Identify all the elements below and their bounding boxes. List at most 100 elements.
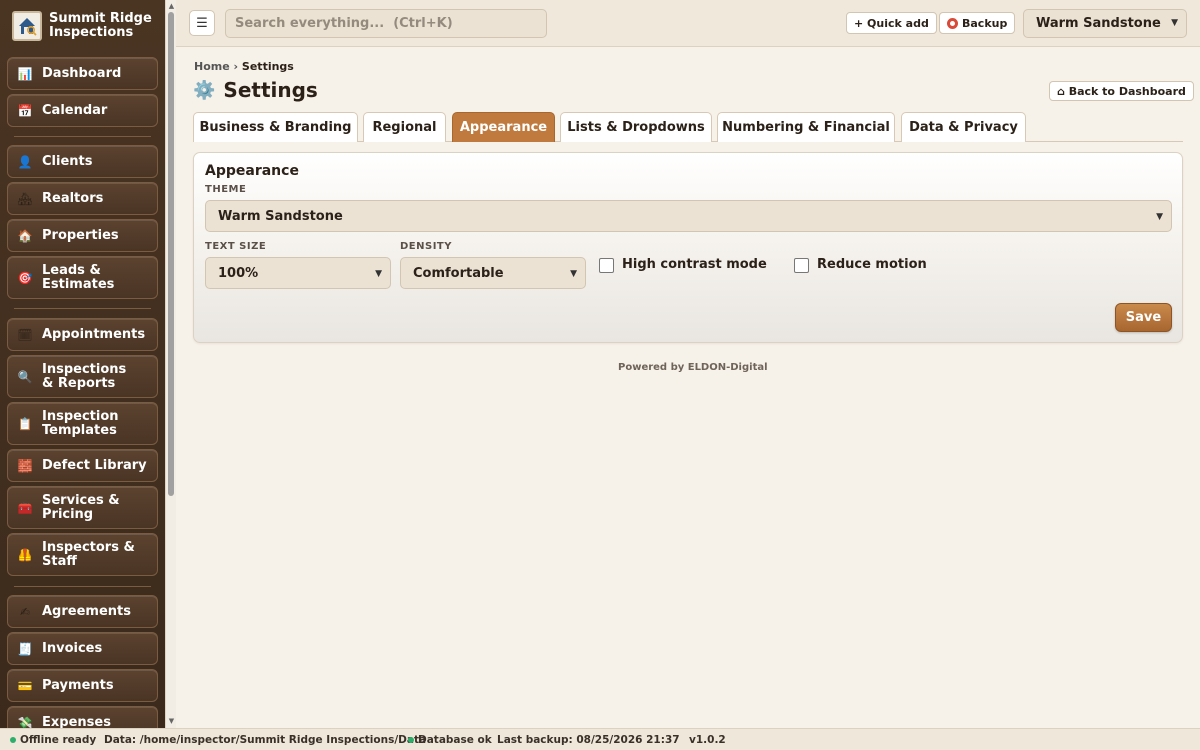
money-wings-icon: 💸 (17, 715, 33, 729)
reduce-motion-checkbox[interactable] (794, 258, 809, 273)
sidebar-item-realtors[interactable]: 🏘 Realtors (7, 182, 158, 215)
theme-select-field-value: Warm Sandstone (218, 208, 343, 224)
theme-label: THEME (205, 184, 247, 195)
sidebar-item-label: Defect Library (42, 457, 147, 473)
version: v1.0.2 (689, 734, 726, 746)
sidebar-item-label: Leads & Estimates (42, 262, 115, 292)
sidebar-item-invoices[interactable]: 🧾 Invoices (7, 632, 158, 665)
topbar: ☰ + Quick add Backup Warm Sandstone ▼ (176, 0, 1200, 47)
search-input[interactable] (225, 9, 547, 38)
sidebar-item-dashboard[interactable]: 📊 Dashboard (7, 57, 158, 90)
save-button[interactable]: Save (1115, 303, 1172, 332)
chevron-down-icon: ▼ (1171, 18, 1178, 28)
settings-tabs: Business & Branding Regional Appearance … (193, 112, 1183, 142)
sidebar-item-label: Inspection Templates (42, 408, 119, 438)
sidebar-item-label: Inspections & Reports (42, 361, 127, 391)
sidebar-item-inspectors-staff[interactable]: 🦺 Inspectors & Staff (7, 533, 158, 576)
sidebar-item-label: Appointments (42, 326, 146, 342)
magnifier-icon: 🔍 (17, 369, 33, 384)
calendar-icon: 📅 (17, 103, 33, 118)
chevron-down-icon: ▼ (1156, 212, 1163, 222)
high-contrast-checkbox[interactable] (599, 258, 614, 273)
credit-card-icon: 💳 (17, 678, 33, 693)
hamburger-menu-button[interactable]: ☰ (189, 10, 215, 36)
sidebar-item-agreements[interactable]: ✍ Agreements (7, 595, 158, 628)
last-backup: Last backup: 08/25/2026 21:37 (497, 734, 680, 746)
text-size-label: TEXT SIZE (205, 241, 267, 252)
tab-data-privacy[interactable]: Data & Privacy (901, 112, 1026, 142)
data-path: Data: /home/inspector/Summit Ridge Inspe… (104, 734, 427, 746)
sidebar-item-expenses[interactable]: 💸 Expenses (7, 706, 158, 728)
sidebar-item-inspection-templates[interactable]: 📋 Inspection Templates (7, 402, 158, 445)
sidebar-item-label: Invoices (42, 640, 103, 656)
sidebar: Summit Ridge Inspections 📊 Dashboard 📅 C… (0, 0, 165, 728)
quick-add-button[interactable]: + Quick add (846, 12, 937, 34)
sidebar-item-payments[interactable]: 💳 Payments (7, 669, 158, 702)
sidebar-item-defect-library[interactable]: 🧱 Defect Library (7, 449, 158, 482)
sidebar-item-label: Dashboard (42, 65, 122, 81)
chevron-down-icon: ▼ (570, 269, 577, 279)
sidebar-item-label: Services & Pricing (42, 492, 120, 522)
house-magnifier-icon (12, 11, 42, 41)
sidebar-item-label: Calendar (42, 102, 108, 118)
lifebuoy-icon (947, 17, 958, 29)
density-value: Comfortable (413, 265, 504, 281)
brick-icon: 🧱 (17, 458, 33, 473)
gear-icon: ⚙️ (193, 79, 216, 101)
chevron-down-icon: ▼ (375, 269, 382, 279)
tab-business-branding[interactable]: Business & Branding (193, 112, 358, 142)
sidebar-item-appointments[interactable]: 🗓 Appointments (7, 318, 158, 351)
reduce-motion-label[interactable]: Reduce motion (817, 257, 927, 272)
sidebar-divider (14, 136, 151, 137)
bar-chart-icon: 📊 (17, 66, 33, 81)
database-status: Database ok (408, 734, 492, 746)
person-icon: 👤 (17, 154, 33, 169)
database-status-text: Database ok (418, 734, 492, 746)
page-title-text: Settings (223, 78, 318, 102)
theme-select-field[interactable]: Warm Sandstone ▼ (205, 200, 1172, 232)
sidebar-item-inspections-reports[interactable]: 🔍 Inspections & Reports (7, 355, 158, 398)
house-icon: 🏠 (17, 228, 33, 243)
clipboard-icon: 📋 (17, 416, 33, 431)
text-size-select[interactable]: 100% ▼ (205, 257, 391, 289)
status-bar: Offline ready Data: /home/inspector/Summ… (0, 728, 1200, 750)
sidebar-item-services-pricing[interactable]: 🧰 Services & Pricing (7, 486, 158, 529)
breadcrumb-current: Settings (241, 60, 294, 73)
tab-appearance[interactable]: Appearance (452, 112, 555, 142)
scroll-up-arrow-icon[interactable]: ▲ (167, 1, 176, 11)
scrollbar-thumb[interactable] (168, 12, 174, 496)
target-icon: 🎯 (17, 270, 33, 285)
sidebar-item-label: Inspectors & Staff (42, 539, 135, 569)
backup-label: Backup (962, 16, 1008, 30)
sidebar-item-clients[interactable]: 👤 Clients (7, 145, 158, 178)
tab-numbering-financial[interactable]: Numbering & Financial (717, 112, 895, 142)
theme-select[interactable]: Warm Sandstone ▼ (1023, 9, 1187, 38)
breadcrumb-home[interactable]: Home (194, 60, 230, 73)
status-dot-icon (408, 737, 414, 743)
tab-lists-dropdowns[interactable]: Lists & Dropdowns (560, 112, 712, 142)
density-select[interactable]: Comfortable ▼ (400, 257, 586, 289)
scroll-down-arrow-icon[interactable]: ▼ (167, 716, 176, 726)
appearance-card: Appearance THEME Warm Sandstone ▼ TEXT S… (193, 152, 1183, 343)
sidebar-item-leads-estimates[interactable]: 🎯 Leads & Estimates (7, 256, 158, 299)
offline-status: Offline ready (10, 734, 96, 746)
calendar-grid-icon: 🗓 (17, 327, 33, 342)
sidebar-item-calendar[interactable]: 📅 Calendar (7, 94, 158, 127)
sidebar-scrollbar[interactable]: ▲ ▼ (165, 0, 176, 728)
page-title: ⚙️ Settings (193, 78, 318, 102)
high-contrast-label[interactable]: High contrast mode (622, 257, 767, 272)
back-to-dashboard-button[interactable]: ⌂ Back to Dashboard (1049, 81, 1194, 101)
toolbox-icon: 🧰 (17, 500, 33, 515)
backup-button[interactable]: Backup (939, 12, 1016, 34)
signing-hand-icon: ✍ (19, 604, 31, 619)
sidebar-item-label: Clients (42, 153, 93, 169)
tab-regional[interactable]: Regional (363, 112, 446, 142)
offline-status-text: Offline ready (20, 734, 97, 746)
sidebar-item-label: Payments (42, 677, 114, 693)
sidebar-item-properties[interactable]: 🏠 Properties (7, 219, 158, 252)
text-size-value: 100% (218, 265, 259, 281)
sidebar-item-label: Properties (42, 227, 119, 243)
brand[interactable]: Summit Ridge Inspections (0, 0, 165, 52)
sidebar-item-label: Agreements (42, 603, 131, 619)
houses-icon: 🏘 (17, 191, 33, 206)
